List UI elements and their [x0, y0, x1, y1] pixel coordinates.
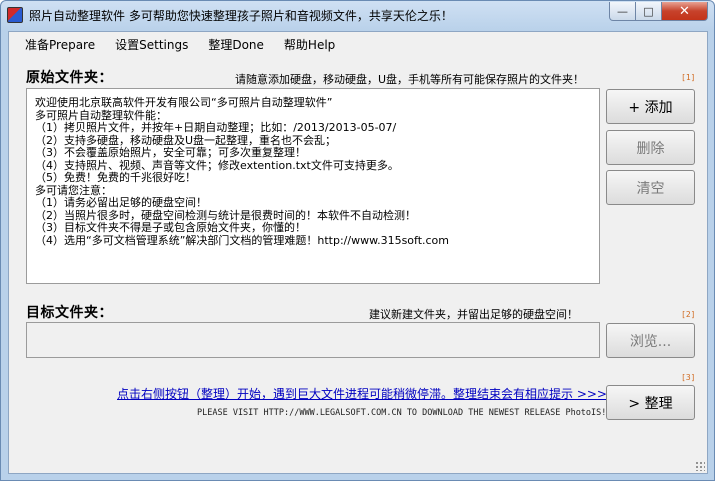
app-icon — [7, 7, 23, 23]
window-title: 照片自动整理软件 多可帮助您快速整理孩子照片和音视频文件，共享天伦之乐！ — [29, 9, 453, 23]
close-button[interactable]: ✕ — [662, 2, 708, 21]
resize-grip[interactable] — [695, 461, 705, 471]
client-area: 准备Prepare 设置Settings 整理Done 帮助Help 原始文件夹… — [8, 31, 708, 474]
menu-help[interactable]: 帮助Help — [274, 32, 345, 54]
target-folder-field[interactable] — [26, 322, 600, 358]
source-text-line: （1）请务必留出足够的硬盘空间！ — [35, 196, 207, 209]
source-text-line: （3）不会覆盖原始照片，安全可靠；可多次重复整理！ — [35, 146, 306, 159]
clear-folders-button[interactable]: 清空 — [606, 170, 695, 205]
target-folder-hint: 建议新建文件夹，并留出足够的硬盘空间！ — [369, 308, 578, 321]
source-text-line: （3）目标文件夹不得是子或包含原始文件夹，你懂的！ — [35, 221, 306, 234]
organize-step-number: [3] — [681, 373, 696, 382]
source-folder-hint: 请随意添加硬盘，移动硬盘，U盘，手机等所有可能保存照片的文件夹！ — [235, 73, 585, 86]
minimize-icon: — — [617, 4, 628, 18]
target-step-number: [2] — [681, 310, 696, 319]
add-folder-button[interactable]: + 添加 — [606, 89, 695, 124]
source-folder-label: 原始文件夹： — [26, 70, 113, 86]
visit-website-notice: PLEASE VISIT HTTP://WWW.LEGALSOFT.COM.CN… — [197, 408, 607, 418]
source-text-line: （5）免费！免费的千兆很好吃！ — [35, 171, 196, 184]
maximize-icon: □ — [643, 4, 654, 18]
title-bar[interactable]: 照片自动整理软件 多可帮助您快速整理孩子照片和音视频文件，共享天伦之乐！ — □… — [1, 1, 714, 31]
source-step-number: [1] — [681, 73, 696, 82]
browse-button[interactable]: 浏览... — [606, 323, 695, 358]
organize-instruction-link[interactable]: 点击右侧按钮（整理）开始，遇到巨大文件进程可能稍微停滞。整理结束会有相应提示 >… — [117, 385, 607, 402]
target-folder-label: 目标文件夹： — [26, 305, 113, 321]
menu-prepare[interactable]: 准备Prepare — [15, 32, 105, 54]
maximize-button[interactable]: □ — [636, 2, 662, 21]
menu-settings[interactable]: 设置Settings — [105, 32, 198, 54]
source-text-line: 欢迎使用北京联高软件开发有限公司“多可照片自动整理软件” — [35, 96, 333, 109]
delete-folder-button[interactable]: 删除 — [606, 130, 695, 165]
source-text-line: （4）选用“多可文档管理系统”解决部门文档的管理难题！http://www.31… — [35, 233, 450, 247]
app-window: 照片自动整理软件 多可帮助您快速整理孩子照片和音视频文件，共享天伦之乐！ — □… — [0, 0, 715, 481]
menu-done[interactable]: 整理Done — [198, 32, 274, 54]
source-folder-list[interactable]: 欢迎使用北京联高软件开发有限公司“多可照片自动整理软件” 多可照片自动整理软件能… — [26, 88, 600, 284]
minimize-button[interactable]: — — [609, 2, 636, 21]
close-icon: ✕ — [679, 3, 690, 19]
window-controls: — □ ✕ — [609, 2, 708, 22]
source-text-line: （1）拷贝照片文件，并按年+日期自动整理；比如：/2013/2013-05-07… — [35, 121, 397, 134]
menu-bar: 准备Prepare 设置Settings 整理Done 帮助Help — [9, 32, 707, 54]
organize-button[interactable]: > 整理 — [606, 385, 695, 420]
